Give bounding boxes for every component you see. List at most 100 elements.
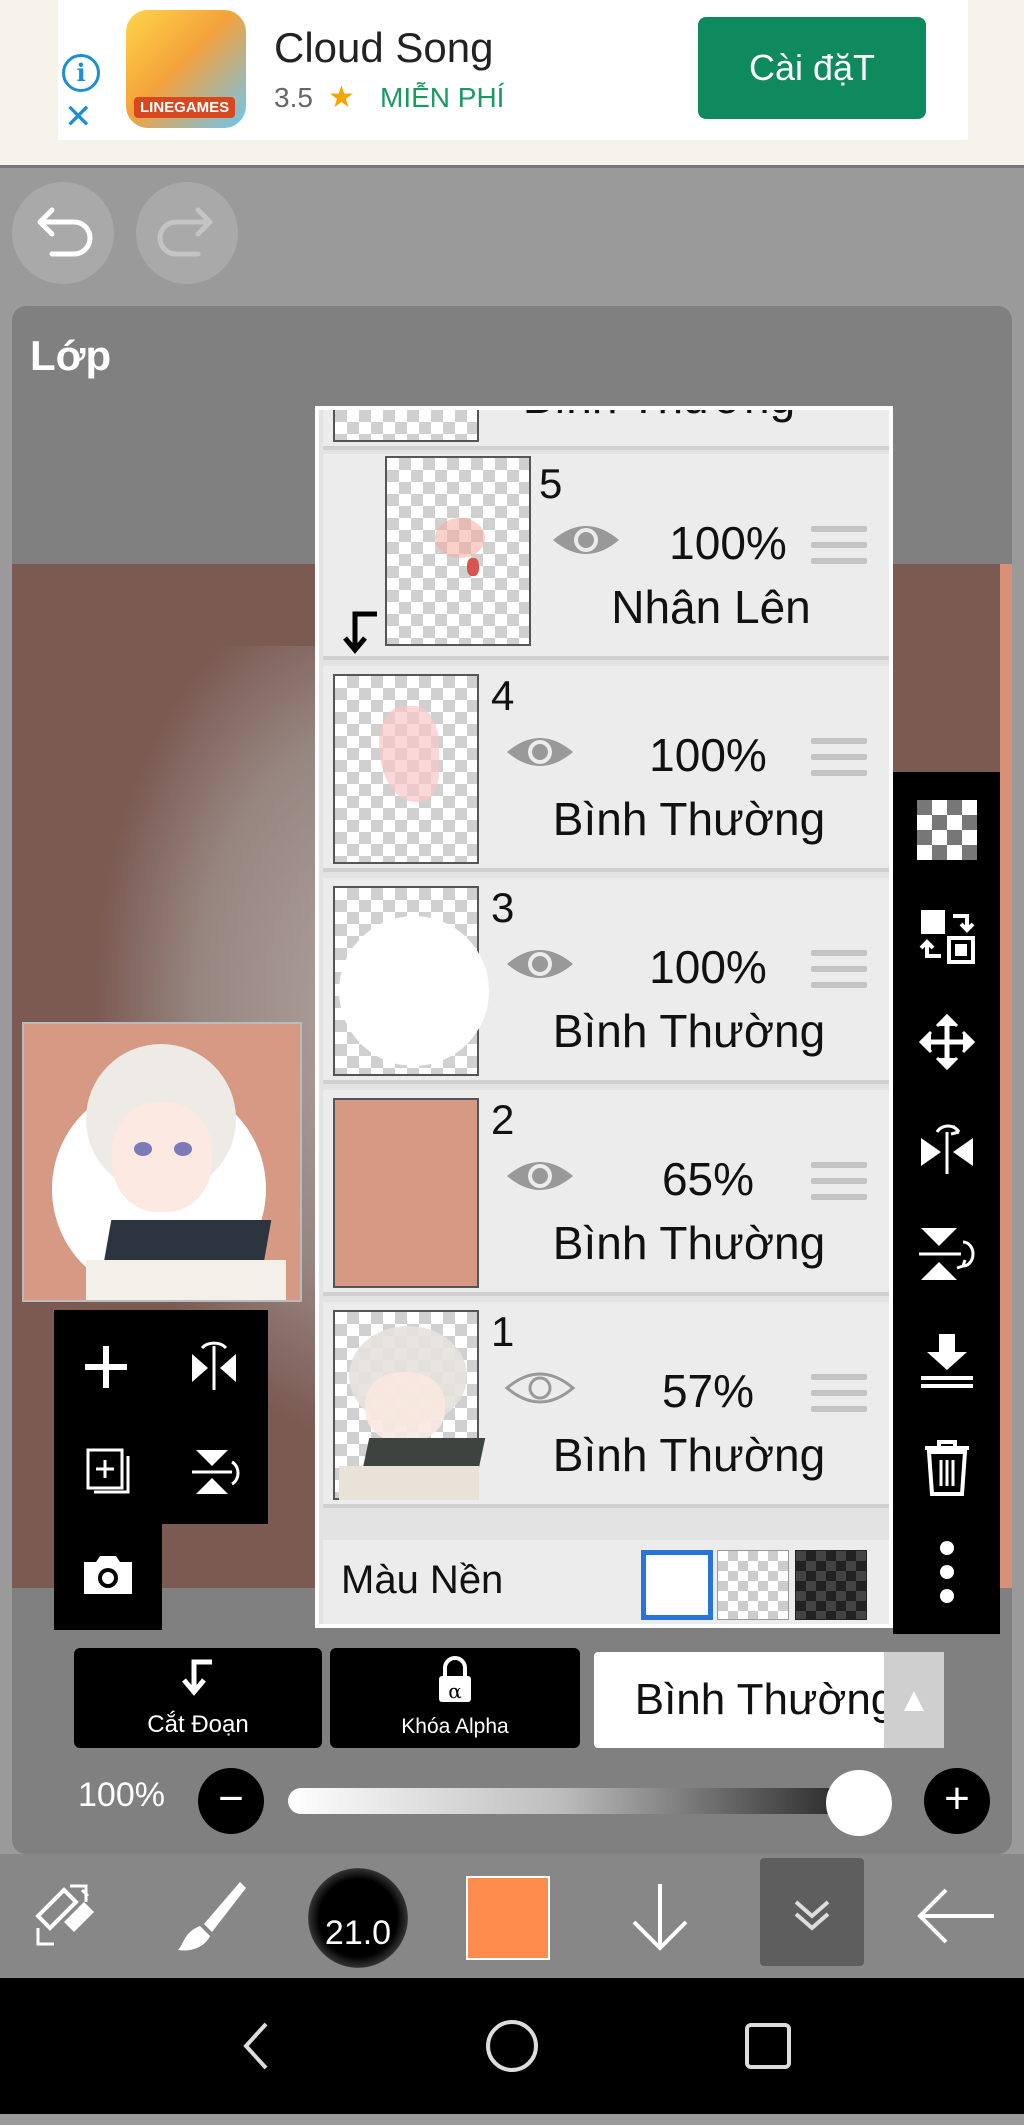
brush-size-value: 21.0 xyxy=(324,1914,392,1952)
redo-icon xyxy=(157,207,213,257)
decrease-opacity-button[interactable]: − xyxy=(198,1768,264,1834)
flip-vertical-icon xyxy=(192,1450,240,1494)
swap-icon xyxy=(919,910,975,964)
increase-opacity-button[interactable]: + xyxy=(924,1768,990,1834)
canvas-edge xyxy=(1000,564,1012,1588)
layer-thumbnail xyxy=(333,674,479,864)
layer-blend-mode: Bình Thường xyxy=(552,1429,826,1481)
duplicate-icon xyxy=(86,1448,130,1494)
brush-icon xyxy=(178,1882,246,1951)
info-icon[interactable]: i xyxy=(62,54,100,92)
visibility-eye-icon[interactable] xyxy=(503,1154,577,1198)
collapse-panel-button[interactable] xyxy=(760,1858,864,1966)
layer-row-1[interactable]: 1 57% Bình Thường xyxy=(323,1302,889,1508)
flip-horizontal-button[interactable] xyxy=(893,1096,1000,1200)
trash-icon xyxy=(924,1440,969,1496)
layer-opacity: 100% xyxy=(649,729,767,781)
ad-app-name: Cloud Song xyxy=(274,24,494,71)
layer-list[interactable]: Bình Thường 5 100% Nhân Lên xyxy=(315,406,893,1628)
visibility-eye-icon[interactable] xyxy=(503,942,577,986)
circle-icon xyxy=(486,2020,538,2072)
drag-handle-icon[interactable] xyxy=(811,526,867,574)
drag-handle-icon[interactable] xyxy=(811,738,867,786)
star-icon: ★ xyxy=(328,81,355,114)
camera-button[interactable] xyxy=(60,1532,156,1618)
drag-handle-icon[interactable] xyxy=(811,1162,867,1210)
close-icon[interactable]: ✕ xyxy=(64,100,93,134)
background-dark-swatch[interactable] xyxy=(795,1550,867,1620)
background-label: Màu Nền xyxy=(341,1558,504,1602)
panel-title: Lớp xyxy=(30,332,112,379)
undo-button[interactable] xyxy=(12,182,114,284)
layer-toolbox xyxy=(54,1310,268,1630)
layer-row-partial[interactable]: Bình Thường xyxy=(323,410,889,450)
brush-tool-button[interactable] xyxy=(160,1854,260,1978)
bottom-toolbar: 21.0 xyxy=(0,1854,1024,1978)
layer-row-5[interactable]: 5 100% Nhân Lên xyxy=(323,454,889,660)
layer-opacity: 65% xyxy=(661,1153,755,1205)
ad-rating: 3.5 xyxy=(274,82,313,113)
layer-thumbnail xyxy=(385,456,531,646)
clipping-button[interactable]: Cắt Đoạn xyxy=(74,1648,322,1748)
background-white-swatch[interactable] xyxy=(641,1550,713,1620)
layer-number: 2 xyxy=(491,1096,515,1143)
background-transparent-swatch[interactable] xyxy=(717,1550,789,1620)
layer-down-button[interactable] xyxy=(610,1854,710,1978)
alpha-lock-label: Khóa Alpha xyxy=(401,1715,509,1738)
delete-layer-button[interactable] xyxy=(893,1414,1000,1518)
ad-banner[interactable]: i ✕ LINEGAMES Cloud Song 3.5 ★ MIỄN PHÍ … xyxy=(0,0,1024,168)
layer-thumbnail xyxy=(333,886,489,1076)
nav-recents-button[interactable] xyxy=(728,1978,808,2114)
transform-icon xyxy=(35,1884,94,1946)
layer-row-2[interactable]: 2 65% Bình Thường xyxy=(323,1090,889,1296)
nav-home-button[interactable] xyxy=(472,1978,552,2114)
redo-button[interactable] xyxy=(136,182,238,284)
merge-down-icon xyxy=(920,1334,973,1388)
app-icon[interactable]: LINEGAMES xyxy=(126,10,246,128)
layer-panel: Lớp 5 100% Nhân Lên 4 100% Bình Thường 3… xyxy=(12,306,1012,1854)
install-button[interactable]: Cài đặT xyxy=(698,17,926,119)
move-icon xyxy=(918,1013,975,1071)
clipping-icon xyxy=(74,1656,322,1711)
layer-number: 1 xyxy=(491,1308,515,1355)
add-layer-button[interactable] xyxy=(58,1324,154,1410)
flip-horizontal-icon xyxy=(920,1124,973,1174)
layer-number: 4 xyxy=(491,672,515,719)
transparency-button[interactable] xyxy=(893,778,1000,882)
nav-back-button[interactable] xyxy=(216,1978,296,2114)
layer-row-4[interactable]: 4 100% Bình Thường xyxy=(323,666,889,872)
canvas-thumbnail[interactable] xyxy=(22,1022,302,1302)
flip-vertical-button[interactable] xyxy=(893,1202,1000,1306)
visibility-eye-off-icon[interactable] xyxy=(503,1366,577,1410)
transform-button[interactable] xyxy=(14,1854,114,1978)
right-toolbar xyxy=(893,772,1000,1634)
flip-vertical-icon xyxy=(918,1228,974,1280)
color-picker-button[interactable] xyxy=(466,1876,550,1960)
more-vertical-icon xyxy=(939,1541,954,1603)
background-color-row: Màu Nền xyxy=(323,1540,889,1624)
visibility-eye-icon[interactable] xyxy=(503,730,577,774)
flip-vertical-button[interactable] xyxy=(166,1428,262,1514)
undo-icon xyxy=(37,207,93,257)
blend-mode-select[interactable]: Bình Thường ▲ xyxy=(594,1652,944,1748)
visibility-eye-icon[interactable] xyxy=(549,518,623,562)
opacity-slider[interactable] xyxy=(288,1788,892,1814)
opacity-slider-thumb[interactable] xyxy=(826,1770,892,1836)
flip-horizontal-button[interactable] xyxy=(166,1324,262,1410)
duplicate-layer-button[interactable] xyxy=(58,1428,154,1514)
layer-row-3[interactable]: 3 100% Bình Thường xyxy=(323,878,889,1084)
lock-icon: α xyxy=(330,1656,580,1715)
back-arrow-button[interactable] xyxy=(900,1854,1010,1978)
system-nav-bar xyxy=(0,1978,1024,2114)
arrow-left-icon xyxy=(917,1888,994,1944)
layer-number: 5 xyxy=(539,460,563,507)
arrow-down-icon xyxy=(632,1884,688,1951)
drag-handle-icon[interactable] xyxy=(811,1374,867,1422)
merge-down-button[interactable] xyxy=(893,1308,1000,1412)
alpha-lock-button[interactable]: α Khóa Alpha xyxy=(330,1648,580,1748)
swap-layer-button[interactable] xyxy=(893,884,1000,988)
more-button[interactable] xyxy=(893,1520,1000,1624)
move-button[interactable] xyxy=(893,990,1000,1094)
drag-handle-icon[interactable] xyxy=(811,950,867,998)
checkerboard-icon xyxy=(916,800,977,860)
